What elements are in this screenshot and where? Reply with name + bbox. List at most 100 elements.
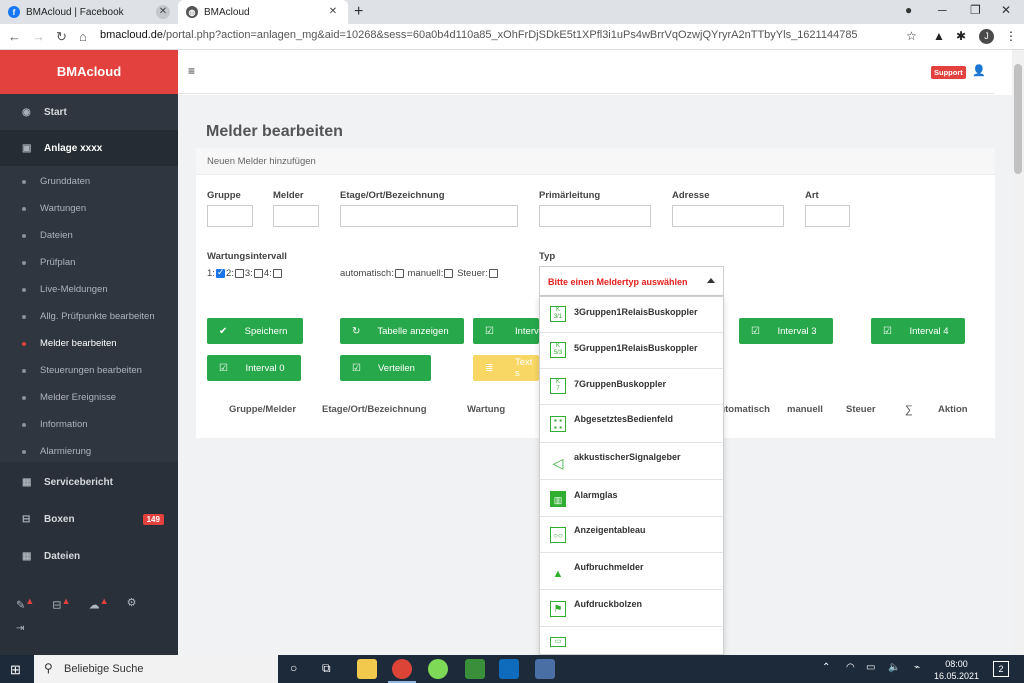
windows-start-icon[interactable]: ⊞	[10, 662, 21, 678]
hamburger-menu-icon[interactable]: ≡	[188, 64, 195, 78]
option-aufdruckbolzen[interactable]: ⚑ Aufdruckbolzen	[540, 590, 723, 627]
gruppe-input[interactable]	[207, 205, 253, 227]
steuer-checkbox[interactable]	[488, 269, 498, 278]
option-anzeigentableau[interactable]: ○○ Anzeigentableau	[540, 517, 723, 553]
extensions-icon[interactable]: ✱	[956, 29, 966, 43]
edit-warning-icon[interactable]: ✎▲	[16, 596, 34, 612]
speichern-button[interactable]: ✔ Speichern	[207, 318, 303, 344]
verteilen-button[interactable]: ☑ Verteilen	[340, 355, 431, 381]
sidebar-sub-label: Grunddaten	[40, 176, 91, 187]
manuell-checkbox[interactable]	[444, 269, 454, 278]
app-tool-icon[interactable]	[535, 659, 555, 679]
restore-icon[interactable]: ❐	[970, 3, 981, 17]
app-green-icon[interactable]	[428, 659, 448, 679]
text-button[interactable]: ≣ Text s	[473, 355, 539, 381]
profile-avatar[interactable]: J	[979, 29, 994, 44]
task-view-icon[interactable]: ⧉	[322, 661, 331, 676]
option-3gruppen[interactable]: K 3/1 3Gruppen1RelaisBuskoppler	[540, 297, 723, 333]
option-next[interactable]: ▭	[540, 627, 723, 654]
adresse-input[interactable]	[672, 205, 784, 227]
sidebar-item-anlage[interactable]: ▣ Anlage xxxx	[0, 130, 178, 166]
option-alarmglas[interactable]: ▥ Alarmglas	[540, 480, 723, 517]
primaerleitung-input[interactable]	[539, 205, 651, 227]
art-input[interactable]	[805, 205, 850, 227]
sidebar-sub-label: Melder Ereignisse	[40, 392, 117, 403]
sidebar-sub-information[interactable]: Information	[0, 411, 178, 438]
wifi-icon[interactable]: ◠	[846, 662, 855, 673]
tabelle-anzeigen-button[interactable]: ↻ Tabelle anzeigen	[340, 318, 464, 344]
support-button[interactable]: Support	[931, 66, 966, 79]
interval-2-checkbox[interactable]	[234, 269, 244, 278]
home-icon[interactable]: ⌂	[79, 29, 87, 44]
tray-chevron-icon[interactable]: ⌃	[822, 662, 830, 673]
sidebar-sub-steuerungen[interactable]: Steuerungen bearbeiten	[0, 357, 178, 384]
reload-icon[interactable]: ↻	[56, 29, 67, 45]
option-akkustischer-signalgeber[interactable]: ◁ akkustischerSignalgeber	[540, 443, 723, 480]
sidebar-sub-live-meldungen[interactable]: Live-Meldungen	[0, 276, 178, 303]
option-aufbruchmelder[interactable]: ▲ Aufbruchmelder	[540, 553, 723, 590]
option-7gruppen[interactable]: K7 7GruppenBuskoppler	[540, 369, 723, 405]
browser-tab-facebook[interactable]: f BMAcloud | Facebook ✕	[0, 0, 178, 24]
close-tab-icon[interactable]: ✕	[326, 5, 340, 19]
new-tab-icon[interactable]: +	[354, 3, 363, 21]
cortana-icon[interactable]: ○	[290, 661, 297, 675]
sidebar-sub-pruefplan[interactable]: Prüfplan	[0, 249, 178, 276]
sidebar-item-dateien[interactable]: ▦ Dateien	[0, 538, 178, 574]
sidebar-sub-wartungen[interactable]: Wartungen	[0, 195, 178, 222]
drive-icon[interactable]: ▲	[933, 29, 945, 43]
browser-menu-icon[interactable]: ⋮	[1005, 29, 1017, 43]
cloud-warning-icon[interactable]: ☁▲	[89, 596, 109, 612]
etage-input[interactable]	[340, 205, 518, 227]
sidebar-item-boxen[interactable]: ⊟ Boxen 149	[0, 501, 178, 537]
battery-icon[interactable]: ▭	[866, 662, 875, 673]
meldertyp-options: K 3/1 3Gruppen1RelaisBuskoppler K 5/3 5Gru…	[539, 296, 724, 655]
flag-icon: ⚑	[550, 601, 566, 617]
sidebar-item-label: Servicebericht	[44, 476, 113, 488]
window-close-icon[interactable]: ✕	[1001, 3, 1011, 17]
box-warning-icon[interactable]: ⊟▲	[52, 596, 70, 612]
sidebar-sub-dateien[interactable]: Dateien	[0, 222, 178, 249]
scrollbar-thumb[interactable]	[1014, 64, 1022, 174]
chrome-icon[interactable]	[392, 659, 412, 679]
automatisch-checkbox[interactable]	[394, 269, 404, 278]
meldertyp-select[interactable]: Bitte einen Meldertyp auswählen	[539, 266, 724, 296]
sidebar-item-servicebericht[interactable]: ▦ Servicebericht	[0, 464, 178, 500]
volume-icon[interactable]: 🔈	[888, 662, 900, 673]
taskbar-search[interactable]: ⚲ Beliebige Suche	[34, 655, 278, 683]
sidebar-sub-pruefpunkte[interactable]: Allg. Prüfpunkte bearbeiten	[0, 303, 178, 330]
interval-3-button[interactable]: ☑ Interval 3	[739, 318, 833, 344]
settings-gear-icon[interactable]: ⚙	[127, 596, 137, 612]
taskbar-clock[interactable]: 08:00 16.05.2021	[934, 658, 979, 682]
option-5gruppen[interactable]: K 5/3 5Gruppen1RelaisBuskoppler	[540, 333, 723, 369]
interval-4-button[interactable]: ☑ Interval 4	[871, 318, 965, 344]
media-icon[interactable]: ●	[905, 3, 912, 17]
logout-icon[interactable]: ⇥	[16, 623, 24, 634]
browser-tab-bmacloud[interactable]: ◍ BMAcloud ✕	[178, 0, 348, 24]
back-icon[interactable]: ←	[8, 29, 21, 44]
sidebar-sub-melder-ereignisse[interactable]: Melder Ereignisse	[0, 384, 178, 411]
forward-icon[interactable]: →	[32, 29, 45, 44]
network-icon[interactable]: ⌁	[914, 662, 920, 673]
page-scrollbar[interactable]	[1012, 50, 1024, 655]
sidebar-sub-grunddaten[interactable]: Grunddaten	[0, 168, 178, 195]
close-tab-icon[interactable]: ✕	[156, 5, 170, 19]
sidebar-item-start[interactable]: ◉ Start	[0, 94, 178, 130]
interval-4-checkbox[interactable]	[272, 269, 282, 278]
bookmark-star-icon[interactable]: ☆	[906, 29, 917, 43]
sidebar-sub-alarmierung[interactable]: Alarmierung	[0, 438, 178, 465]
notification-center-icon[interactable]: 2	[993, 661, 1009, 677]
interval-3-checkbox[interactable]	[253, 269, 263, 278]
sidebar-sub-melder-bearbeiten[interactable]: Melder bearbeiten	[0, 330, 178, 357]
outlook-icon[interactable]	[499, 659, 519, 679]
interval-1-checkbox[interactable]	[215, 267, 225, 278]
minimize-icon[interactable]: ─	[938, 3, 947, 17]
url-field[interactable]: bmacloud.de/portal.php?action=anlagen_mg…	[100, 29, 858, 41]
app-photo-icon[interactable]	[465, 659, 485, 679]
interval-0-button[interactable]: ☑ Interval 0	[207, 355, 301, 381]
melder-input[interactable]	[273, 205, 319, 227]
interval-1-button[interactable]: ☑ Interv	[473, 318, 539, 344]
brand-logo[interactable]: BMAcloud	[0, 50, 178, 94]
option-abgesetztes-bedienfeld[interactable]: ▪ ▪ ▪ ▪ AbgesetztesBedienfeld	[540, 405, 723, 443]
file-explorer-icon[interactable]	[357, 659, 377, 679]
user-icon[interactable]: 👤	[972, 64, 986, 77]
